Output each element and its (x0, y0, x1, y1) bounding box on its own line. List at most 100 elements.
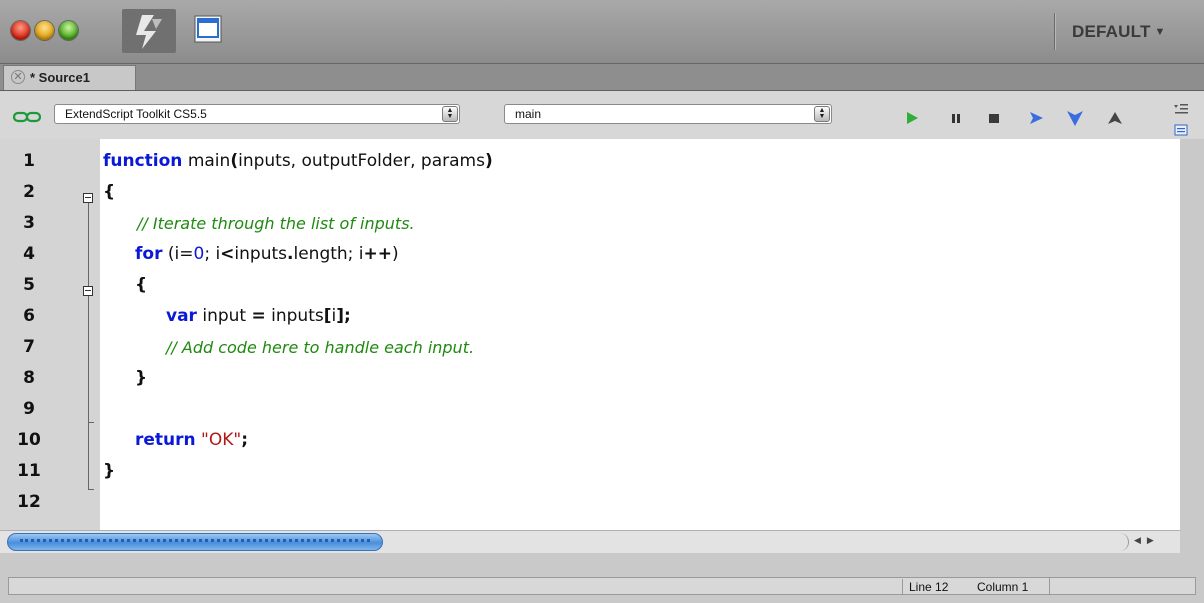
select-stepper-icon: ▲ ▼ (442, 106, 458, 122)
step-out-icon (1108, 112, 1122, 124)
scroll-right-icon[interactable]: ▶ (1147, 535, 1160, 545)
line-number: 1 (23, 151, 35, 171)
code-text: ) (484, 151, 493, 171)
line-number: 11 (17, 461, 41, 481)
close-icon[interactable]: ✕ (11, 70, 25, 84)
scroll-arrows[interactable]: ◀▶ (1134, 535, 1160, 546)
horizontal-scrollbar[interactable]: ◀▶ (0, 530, 1180, 553)
stop-button[interactable] (985, 109, 1003, 127)
line-number: 8 (23, 368, 35, 388)
line-number: 12 (17, 492, 41, 512)
run-button[interactable] (903, 109, 921, 127)
fold-end-tick (88, 489, 94, 490)
toolbar-divider (1054, 13, 1055, 50)
code-line-3: // Iterate through the list of inputs. (137, 214, 415, 234)
editor-toolbar: ExtendScript Toolkit CS5.5 ▲ ▼ main ▲ ▼ (0, 91, 1204, 139)
code-text: = (251, 306, 266, 326)
window-mode-button[interactable] (194, 15, 222, 43)
fold-guide (88, 203, 89, 490)
status-divider (1049, 578, 1050, 594)
tab-source1[interactable]: ✕ * Source1 (3, 65, 136, 90)
scrollbar-thumb[interactable] (7, 533, 383, 551)
code-line-5: { (135, 275, 148, 295)
line-number: 3 (23, 213, 35, 233)
cursor-line: Line 12 (902, 579, 948, 595)
pause-button[interactable] (947, 109, 965, 127)
link-icon[interactable] (13, 111, 41, 123)
code-text: ; (241, 430, 249, 450)
code-text: ) (392, 244, 399, 264)
line-number-gutter: 1 2 3 4 5 6 7 8 9 10 11 12 (0, 139, 100, 530)
status-panel: Line 12 Column 1 (8, 577, 1196, 595)
line-number: 5 (23, 275, 35, 295)
code-text: ; i (204, 244, 221, 264)
step-over-icon (1030, 112, 1043, 124)
step-into-button[interactable] (1066, 109, 1084, 127)
scroll-left-icon[interactable]: ◀ (1134, 535, 1147, 545)
code-line-6: var input = inputs[i]; (166, 306, 351, 326)
scrollbar-track-end (1116, 533, 1129, 551)
keyword: var (166, 306, 197, 326)
string-literal: "OK" (195, 430, 242, 450)
code-line-4: for (i=0; i<inputs.length; i++) (135, 244, 399, 264)
stop-icon (989, 114, 999, 123)
code-line-11: } (103, 461, 116, 481)
tab-label: * Source1 (30, 70, 90, 85)
code-line-10: return "OK"; (135, 430, 248, 450)
workspace-switcher[interactable]: DEFAULT ▼ (1072, 22, 1166, 42)
close-window-button[interactable] (11, 21, 30, 40)
select-stepper-icon: ▲ ▼ (814, 106, 830, 122)
code-text: inputs, outputFolder, params (238, 151, 485, 171)
step-over-button[interactable] (1027, 109, 1045, 127)
run-icon (907, 112, 918, 124)
code-line-2: { (103, 182, 116, 202)
extendscript-logo-icon (136, 15, 162, 49)
status-bar: Line 12 Column 1 (0, 553, 1204, 603)
pause-icon (952, 114, 960, 123)
document-tab-bar: ✕ * Source1 (0, 64, 1204, 91)
code-line-7: // Add code here to handle each input. (166, 338, 474, 358)
step-out-button[interactable] (1106, 109, 1124, 127)
minimize-window-button[interactable] (35, 21, 54, 40)
code-text: length; i (293, 244, 364, 264)
code-text: ++ (363, 244, 393, 264)
list-icon[interactable] (1173, 123, 1189, 137)
target-app-select[interactable]: ExtendScript Toolkit CS5.5 ▲ ▼ (54, 104, 460, 124)
number-literal: 0 (193, 244, 205, 264)
code-text: (i= (162, 244, 194, 264)
fold-end-tick (88, 422, 94, 423)
step-into-icon (1067, 111, 1083, 126)
code-text: < (220, 244, 235, 264)
workspace-label: DEFAULT (1072, 22, 1151, 41)
code-text: input (196, 306, 252, 326)
code-line-1: function main(inputs, outputFolder, para… (103, 151, 493, 171)
code-text: [ (323, 306, 332, 326)
line-number: 2 (23, 182, 35, 202)
zoom-window-button[interactable] (59, 21, 78, 40)
line-number: 10 (17, 430, 41, 450)
code-text: main (182, 151, 231, 171)
keyword: return (135, 430, 196, 450)
cursor-column: Column 1 (977, 580, 1029, 594)
target-app-value: ExtendScript Toolkit CS5.5 (65, 107, 207, 121)
line-number: 6 (23, 306, 35, 326)
code-text: inputs (234, 244, 288, 264)
right-panel-strip (1180, 139, 1204, 552)
window-icon (194, 15, 222, 43)
code-text: ( (230, 151, 239, 171)
comment: // Add code here to handle each input. (166, 338, 475, 357)
function-value: main (515, 107, 542, 121)
comment: // Iterate through the list of inputs. (137, 214, 415, 233)
keyword: function (103, 151, 183, 171)
code-editor[interactable]: 1 2 3 4 5 6 7 8 9 10 11 12 function main… (0, 139, 1180, 530)
fold-collapse-icon[interactable] (83, 193, 93, 203)
fold-collapse-icon[interactable] (83, 286, 93, 296)
function-select[interactable]: main ▲ ▼ (504, 104, 832, 124)
line-number: 4 (23, 244, 35, 264)
code-line-8: } (135, 368, 148, 388)
app-logo-button[interactable] (122, 9, 176, 53)
line-number: 7 (23, 337, 35, 357)
chevron-down-icon: ▼ (1154, 26, 1166, 38)
panel-menu-icon[interactable] (1173, 103, 1189, 117)
keyword: for (135, 244, 163, 264)
